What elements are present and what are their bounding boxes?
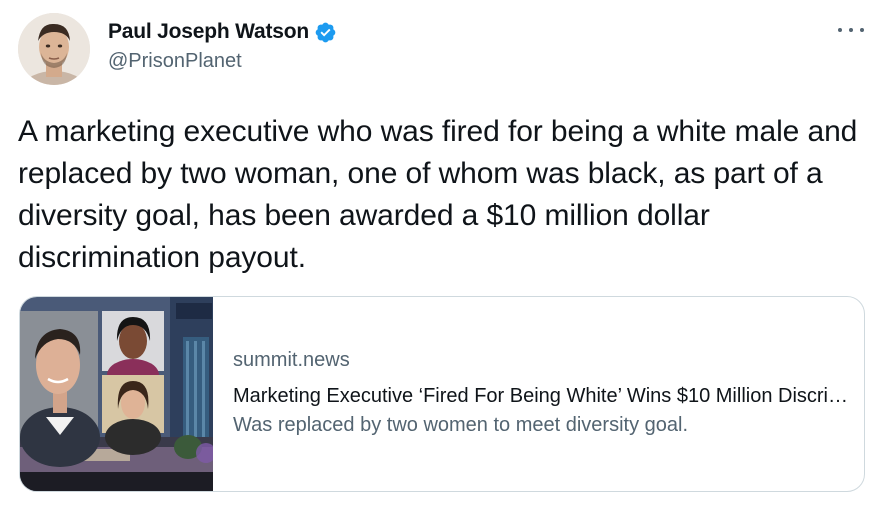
link-card-title: Marketing Executive ‘Fired For Being Whi… xyxy=(233,385,853,407)
verified-badge-icon[interactable] xyxy=(314,21,337,44)
link-card-domain: summit.news xyxy=(233,349,350,371)
author-name-row: Paul Joseph Watson xyxy=(108,20,337,44)
link-card-image xyxy=(20,297,213,491)
link-card[interactable]: summit.news Marketing Executive ‘Fired F… xyxy=(19,296,865,492)
author-handle[interactable]: @PrisonPlanet xyxy=(108,50,337,73)
tweet: Paul Joseph Watson @PrisonPlanet A marke… xyxy=(0,0,882,508)
more-options-icon[interactable] xyxy=(838,22,864,38)
author-display-name[interactable]: Paul Joseph Watson xyxy=(108,20,309,44)
link-card-info: summit.news Marketing Executive ‘Fired F… xyxy=(213,297,853,491)
avatar-image xyxy=(18,13,90,85)
more-dot xyxy=(860,28,864,32)
more-dot xyxy=(849,28,853,32)
tweet-text: A marketing executive who was fired for … xyxy=(18,115,858,274)
author-block: Paul Joseph Watson @PrisonPlanet xyxy=(108,20,337,73)
link-card-description: Was replaced by two women to meet divers… xyxy=(233,414,689,436)
more-dot xyxy=(838,28,842,32)
avatar[interactable] xyxy=(18,13,90,85)
link-card-thumbnail xyxy=(20,297,213,491)
